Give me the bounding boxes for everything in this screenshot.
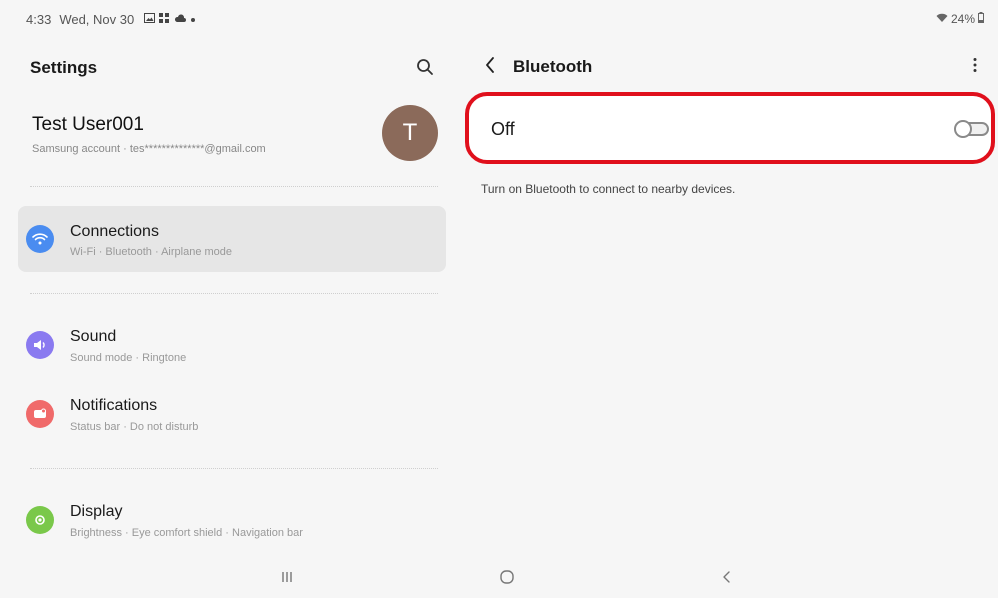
divider [30, 468, 438, 469]
gallery-notification-icon [144, 13, 156, 26]
avatar-letter: T [402, 119, 418, 146]
home-button[interactable] [492, 566, 522, 588]
wifi-status-icon [936, 12, 948, 26]
menu-item-connections[interactable]: Connections Wi-Fi · Bluetooth · Airplane… [18, 206, 446, 272]
menu-item-subtitle: Status bar · Do not disturb [70, 421, 199, 433]
more-vert-icon [973, 58, 977, 72]
nav-back-button[interactable] [712, 566, 742, 588]
battery-percent: 24% [950, 12, 975, 26]
account-name: Test User001 [32, 114, 144, 135]
divider [30, 186, 438, 187]
switch-knob [954, 120, 972, 138]
menu-item-label: Display [70, 503, 123, 520]
menu-item-notifications[interactable]: Notifications Status bar · Do not distur… [18, 381, 446, 447]
back-icon [723, 571, 730, 583]
speaker-icon [26, 331, 54, 359]
navigation-bar [8, 562, 998, 592]
bluetooth-toggle-row[interactable]: Off [465, 92, 995, 164]
menu-item-subtitle: Wi-Fi · Bluetooth · Airplane mode [70, 246, 233, 258]
display-icon [26, 506, 54, 534]
samsung-account-row[interactable]: Test User001 Samsung account · tes******… [8, 102, 453, 172]
recent-apps-button[interactable] [272, 566, 302, 588]
status-date: Wed, Nov 30 [59, 12, 135, 27]
settings-panel: Settings Test User001 Samsung account · … [8, 32, 453, 572]
menu-item-label: Connections [70, 223, 159, 240]
menu-item-subtitle: Brightness · Eye comfort shield · Naviga… [70, 527, 303, 539]
menu-item-label: Notifications [70, 397, 158, 414]
menu-item-display[interactable]: Display Brightness · Eye comfort shield … [18, 487, 446, 553]
search-icon [417, 59, 433, 75]
page-title: Bluetooth [513, 57, 593, 76]
menu-item-label: Sound [70, 328, 117, 345]
divider [30, 293, 438, 294]
menu-item-sound[interactable]: Sound Sound mode · Ringtone [18, 312, 446, 378]
recent-apps-icon [282, 572, 292, 582]
chevron-left-icon [486, 57, 494, 73]
bluetooth-hint: Turn on Bluetooth to connect to nearby d… [481, 182, 736, 196]
status-bar: 4:33 Wed, Nov 30 24% [8, 6, 998, 32]
menu-item-subtitle: Sound mode · Ringtone [70, 352, 187, 364]
back-button[interactable] [479, 52, 501, 78]
status-left: 4:33 Wed, Nov 30 [26, 12, 196, 27]
notification-icon [26, 400, 54, 428]
app-frame: 4:33 Wed, Nov 30 24% Settings Test User0… [8, 6, 998, 592]
bluetooth-panel: Bluetooth Off Turn on Bluetooth to conne… [453, 32, 998, 572]
search-button[interactable] [412, 54, 438, 80]
home-icon [500, 570, 514, 584]
account-email: Samsung account · tes**************@gmai… [32, 143, 266, 155]
more-options-button[interactable] [967, 52, 983, 78]
wifi-icon [26, 225, 54, 253]
page-title: Settings [30, 58, 98, 77]
bluetooth-switch[interactable] [954, 120, 989, 138]
status-right: 24% [936, 12, 984, 26]
bluetooth-toggle-label: Off [491, 119, 515, 139]
status-time: 4:33 [26, 12, 52, 27]
grid-notification-icon [159, 13, 170, 26]
avatar[interactable]: T [382, 105, 438, 161]
battery-icon [978, 12, 984, 26]
cloud-notification-icon [174, 13, 187, 26]
dot-notification-icon [190, 14, 196, 26]
